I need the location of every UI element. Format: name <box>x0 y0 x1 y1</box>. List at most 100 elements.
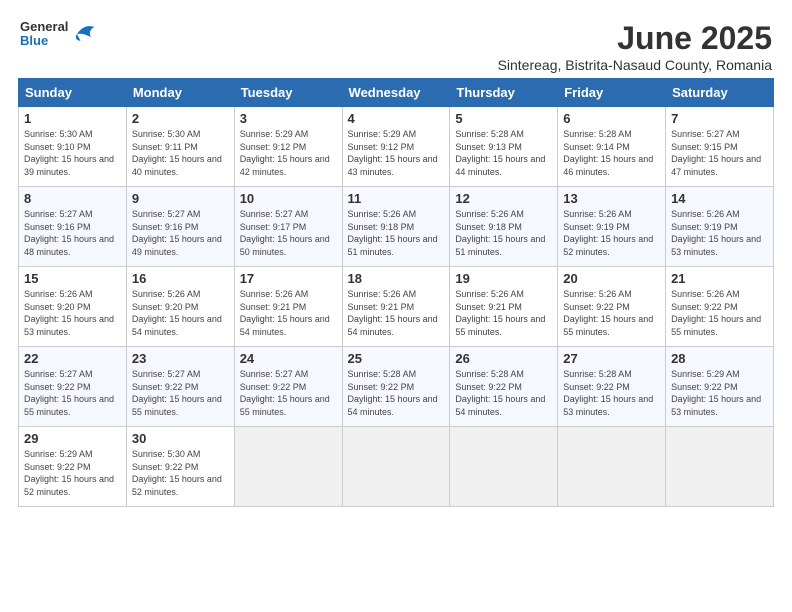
table-row: 22 Sunrise: 5:27 AM Sunset: 9:22 PM Dayl… <box>19 347 127 427</box>
page-title: June 2025 <box>498 20 772 57</box>
title-block: June 2025 Sintereag, Bistrita-Nasaud Cou… <box>498 20 772 73</box>
day-info: Sunrise: 5:28 AM Sunset: 9:22 PM Dayligh… <box>455 368 552 418</box>
col-saturday: Saturday <box>666 79 774 107</box>
day-info: Sunrise: 5:26 AM Sunset: 9:21 PM Dayligh… <box>348 288 445 338</box>
logo-text: General Blue <box>20 20 68 49</box>
calendar-week-row: 22 Sunrise: 5:27 AM Sunset: 9:22 PM Dayl… <box>19 347 774 427</box>
table-row <box>666 427 774 507</box>
table-row: 27 Sunrise: 5:28 AM Sunset: 9:22 PM Dayl… <box>558 347 666 427</box>
day-number: 29 <box>24 431 121 446</box>
day-info: Sunrise: 5:29 AM Sunset: 9:12 PM Dayligh… <box>348 128 445 178</box>
day-info: Sunrise: 5:26 AM Sunset: 9:20 PM Dayligh… <box>132 288 229 338</box>
table-row: 23 Sunrise: 5:27 AM Sunset: 9:22 PM Dayl… <box>126 347 234 427</box>
day-number: 21 <box>671 271 768 286</box>
day-info: Sunrise: 5:27 AM Sunset: 9:16 PM Dayligh… <box>24 208 121 258</box>
col-sunday: Sunday <box>19 79 127 107</box>
day-info: Sunrise: 5:28 AM Sunset: 9:14 PM Dayligh… <box>563 128 660 178</box>
table-row: 14 Sunrise: 5:26 AM Sunset: 9:19 PM Dayl… <box>666 187 774 267</box>
day-info: Sunrise: 5:28 AM Sunset: 9:22 PM Dayligh… <box>348 368 445 418</box>
calendar-header-row: Sunday Monday Tuesday Wednesday Thursday… <box>19 79 774 107</box>
calendar-table: Sunday Monday Tuesday Wednesday Thursday… <box>18 78 774 507</box>
day-info: Sunrise: 5:30 AM Sunset: 9:11 PM Dayligh… <box>132 128 229 178</box>
table-row: 13 Sunrise: 5:26 AM Sunset: 9:19 PM Dayl… <box>558 187 666 267</box>
day-info: Sunrise: 5:29 AM Sunset: 9:22 PM Dayligh… <box>671 368 768 418</box>
day-info: Sunrise: 5:30 AM Sunset: 9:10 PM Dayligh… <box>24 128 121 178</box>
page-header: General Blue June 2025 Sintereag, Bistri… <box>10 10 782 78</box>
table-row: 28 Sunrise: 5:29 AM Sunset: 9:22 PM Dayl… <box>666 347 774 427</box>
day-number: 24 <box>240 351 337 366</box>
day-info: Sunrise: 5:28 AM Sunset: 9:22 PM Dayligh… <box>563 368 660 418</box>
day-info: Sunrise: 5:26 AM Sunset: 9:18 PM Dayligh… <box>348 208 445 258</box>
logo-blue: Blue <box>20 34 68 48</box>
table-row: 7 Sunrise: 5:27 AM Sunset: 9:15 PM Dayli… <box>666 107 774 187</box>
table-row: 1 Sunrise: 5:30 AM Sunset: 9:10 PM Dayli… <box>19 107 127 187</box>
table-row: 8 Sunrise: 5:27 AM Sunset: 9:16 PM Dayli… <box>19 187 127 267</box>
day-number: 6 <box>563 111 660 126</box>
col-wednesday: Wednesday <box>342 79 450 107</box>
day-info: Sunrise: 5:26 AM Sunset: 9:20 PM Dayligh… <box>24 288 121 338</box>
logo: General Blue <box>20 20 98 49</box>
day-number: 19 <box>455 271 552 286</box>
table-row <box>558 427 666 507</box>
day-info: Sunrise: 5:26 AM Sunset: 9:19 PM Dayligh… <box>671 208 768 258</box>
table-row: 5 Sunrise: 5:28 AM Sunset: 9:13 PM Dayli… <box>450 107 558 187</box>
day-info: Sunrise: 5:29 AM Sunset: 9:12 PM Dayligh… <box>240 128 337 178</box>
table-row: 18 Sunrise: 5:26 AM Sunset: 9:21 PM Dayl… <box>342 267 450 347</box>
day-info: Sunrise: 5:27 AM Sunset: 9:16 PM Dayligh… <box>132 208 229 258</box>
day-number: 3 <box>240 111 337 126</box>
day-number: 10 <box>240 191 337 206</box>
day-number: 12 <box>455 191 552 206</box>
day-info: Sunrise: 5:28 AM Sunset: 9:13 PM Dayligh… <box>455 128 552 178</box>
day-info: Sunrise: 5:26 AM Sunset: 9:21 PM Dayligh… <box>455 288 552 338</box>
day-info: Sunrise: 5:27 AM Sunset: 9:22 PM Dayligh… <box>132 368 229 418</box>
day-info: Sunrise: 5:27 AM Sunset: 9:22 PM Dayligh… <box>240 368 337 418</box>
calendar-week-row: 15 Sunrise: 5:26 AM Sunset: 9:20 PM Dayl… <box>19 267 774 347</box>
day-number: 16 <box>132 271 229 286</box>
day-number: 26 <box>455 351 552 366</box>
day-number: 17 <box>240 271 337 286</box>
table-row: 6 Sunrise: 5:28 AM Sunset: 9:14 PM Dayli… <box>558 107 666 187</box>
day-info: Sunrise: 5:26 AM Sunset: 9:18 PM Dayligh… <box>455 208 552 258</box>
day-number: 14 <box>671 191 768 206</box>
day-number: 15 <box>24 271 121 286</box>
table-row: 9 Sunrise: 5:27 AM Sunset: 9:16 PM Dayli… <box>126 187 234 267</box>
day-number: 23 <box>132 351 229 366</box>
day-info: Sunrise: 5:26 AM Sunset: 9:21 PM Dayligh… <box>240 288 337 338</box>
table-row: 4 Sunrise: 5:29 AM Sunset: 9:12 PM Dayli… <box>342 107 450 187</box>
day-number: 9 <box>132 191 229 206</box>
table-row: 16 Sunrise: 5:26 AM Sunset: 9:20 PM Dayl… <box>126 267 234 347</box>
table-row: 11 Sunrise: 5:26 AM Sunset: 9:18 PM Dayl… <box>342 187 450 267</box>
table-row: 26 Sunrise: 5:28 AM Sunset: 9:22 PM Dayl… <box>450 347 558 427</box>
day-number: 11 <box>348 191 445 206</box>
table-row: 2 Sunrise: 5:30 AM Sunset: 9:11 PM Dayli… <box>126 107 234 187</box>
day-number: 18 <box>348 271 445 286</box>
day-number: 13 <box>563 191 660 206</box>
logo-bird-icon <box>70 20 98 48</box>
table-row: 19 Sunrise: 5:26 AM Sunset: 9:21 PM Dayl… <box>450 267 558 347</box>
page-subtitle: Sintereag, Bistrita-Nasaud County, Roman… <box>498 57 772 73</box>
day-info: Sunrise: 5:26 AM Sunset: 9:22 PM Dayligh… <box>671 288 768 338</box>
day-number: 7 <box>671 111 768 126</box>
table-row: 21 Sunrise: 5:26 AM Sunset: 9:22 PM Dayl… <box>666 267 774 347</box>
col-friday: Friday <box>558 79 666 107</box>
table-row: 3 Sunrise: 5:29 AM Sunset: 9:12 PM Dayli… <box>234 107 342 187</box>
day-number: 27 <box>563 351 660 366</box>
table-row: 17 Sunrise: 5:26 AM Sunset: 9:21 PM Dayl… <box>234 267 342 347</box>
day-number: 25 <box>348 351 445 366</box>
table-row: 24 Sunrise: 5:27 AM Sunset: 9:22 PM Dayl… <box>234 347 342 427</box>
table-row <box>450 427 558 507</box>
table-row: 15 Sunrise: 5:26 AM Sunset: 9:20 PM Dayl… <box>19 267 127 347</box>
day-number: 5 <box>455 111 552 126</box>
day-number: 2 <box>132 111 229 126</box>
calendar-week-row: 8 Sunrise: 5:27 AM Sunset: 9:16 PM Dayli… <box>19 187 774 267</box>
table-row: 10 Sunrise: 5:27 AM Sunset: 9:17 PM Dayl… <box>234 187 342 267</box>
day-number: 30 <box>132 431 229 446</box>
day-info: Sunrise: 5:26 AM Sunset: 9:22 PM Dayligh… <box>563 288 660 338</box>
calendar-week-row: 1 Sunrise: 5:30 AM Sunset: 9:10 PM Dayli… <box>19 107 774 187</box>
calendar-week-row: 29 Sunrise: 5:29 AM Sunset: 9:22 PM Dayl… <box>19 427 774 507</box>
day-number: 22 <box>24 351 121 366</box>
day-number: 1 <box>24 111 121 126</box>
table-row <box>342 427 450 507</box>
table-row: 29 Sunrise: 5:29 AM Sunset: 9:22 PM Dayl… <box>19 427 127 507</box>
day-info: Sunrise: 5:27 AM Sunset: 9:22 PM Dayligh… <box>24 368 121 418</box>
